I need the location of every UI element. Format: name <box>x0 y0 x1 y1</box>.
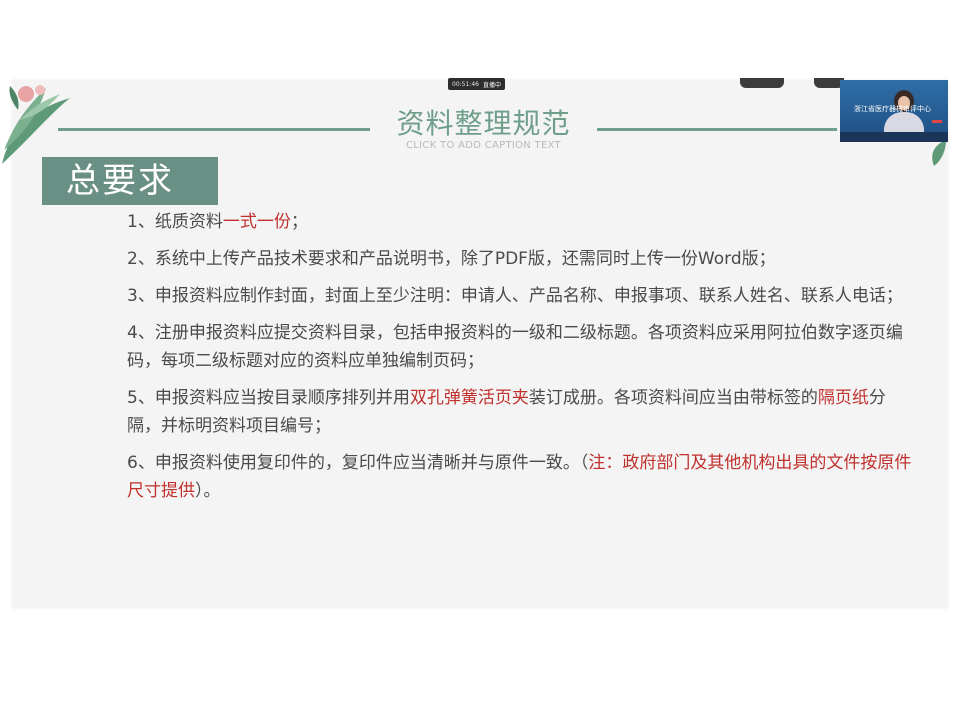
desk <box>840 132 948 142</box>
requirement-item: 5、申报资料应当按目录顺序排列并用双孔弹簧活页夹装订成册。各项资料间应当由带标签… <box>127 384 917 440</box>
requirement-item: 6、申报资料使用复印件的，复印件应当清晰并与原件一致。（注：政府部门及其他机构出… <box>127 449 917 505</box>
requirement-item: 4、注册申报资料应提交资料目录，包括申报资料的一级和二级标题。各项资料应采用阿拉… <box>127 319 917 375</box>
requirement-item: 1、纸质资料一式一份； <box>127 208 917 236</box>
item-text: 1、纸质资料 <box>127 212 223 232</box>
meeting-timer-badge: 00:51:46 直播中 <box>448 78 505 90</box>
highlighted-text: 一式一份 <box>222 212 291 232</box>
microphone-icon <box>932 120 942 123</box>
tropical-leaves-decoration-icon <box>2 85 70 164</box>
speaker-org-label: 浙江省医疗器械审评中心 <box>854 105 931 113</box>
requirement-item: 3、申报资料应制作封面，封面上至少注明：申请人、产品名称、申报事项、联系人姓名、… <box>127 282 917 310</box>
live-badge: 直播中 <box>482 81 501 89</box>
speaker-video-thumbnail[interactable]: 浙江省医疗器械审评中心 <box>840 80 948 142</box>
leaf-decoration-icon <box>932 140 946 166</box>
requirement-list: 1、纸质资料一式一份； 2、系统中上传产品技术要求和产品说明书，除了PDF版，还需… <box>127 208 917 514</box>
meeting-timer: 00:51:46 <box>452 80 479 88</box>
item-text: 2、系统中上传产品技术要求和产品说明书，除了PDF版，还需同时上传一份Word版… <box>127 249 776 269</box>
title-rule-right <box>597 128 837 131</box>
item-text: ； <box>290 212 308 232</box>
caption-placeholder[interactable]: CLICK TO ADD CAPTION TEXT <box>370 140 597 151</box>
item-text: 5、申报资料应当按目录顺序排列并用 <box>127 388 410 408</box>
highlighted-text: 双孔弹簧活页夹 <box>409 388 529 408</box>
item-text: 4、注册申报资料应提交资料目录，包括申报资料的一级和二级标题。各项资料应采用阿拉… <box>127 323 903 371</box>
item-text: 6、申报资料使用复印件的，复印件应当清晰并与原件一致。（ <box>127 453 589 473</box>
highlighted-text: 隔页纸 <box>817 388 869 408</box>
item-text: ）。 <box>195 481 221 501</box>
item-text: 装订成册。各项资料间应当由带标签的 <box>528 388 818 408</box>
meeting-control-button[interactable] <box>740 78 784 88</box>
slide-title: 资料整理规范 <box>396 107 571 140</box>
item-text: 3、申报资料应制作封面，封面上至少注明：申请人、产品名称、申报事项、联系人姓名、… <box>127 286 903 306</box>
title-rule-left <box>58 128 370 131</box>
requirement-item: 2、系统中上传产品技术要求和产品说明书，除了PDF版，还需同时上传一份Word版… <box>127 245 917 273</box>
